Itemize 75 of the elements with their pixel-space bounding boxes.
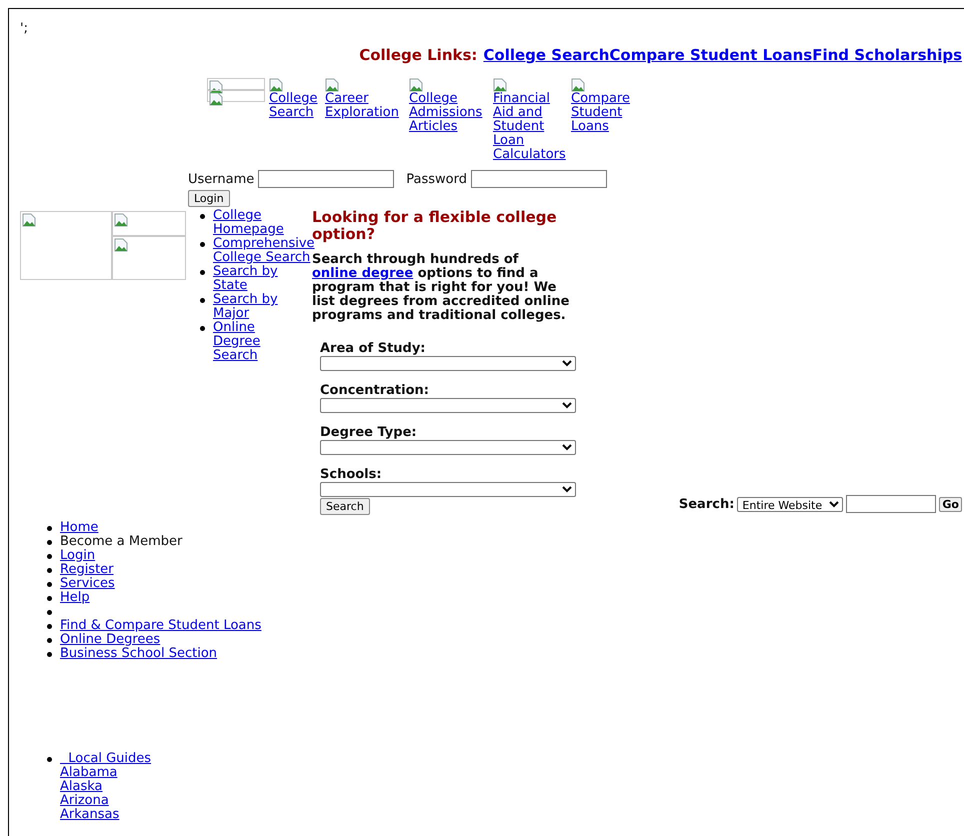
dropdown-field[interactable] [320,482,576,497]
state-link[interactable]: Arizona [60,794,962,808]
side-link[interactable]: Search by State [213,265,304,293]
bullet-icon [47,652,52,657]
nav-link[interactable]: College Search [269,92,321,120]
nav-link[interactable]: College Admissions Articles [409,92,489,134]
side-link[interactable]: Online Degree Search [213,321,304,363]
college-link[interactable]: College Search [483,46,610,64]
broken-image-icon [269,78,283,92]
stray-text: '; [20,21,29,36]
bullet-icon [47,526,52,531]
broken-image-icon [114,238,128,252]
footer-link[interactable]: Online Degrees [60,633,160,647]
state-link[interactable]: Alaska [60,780,962,794]
bullet-icon [200,214,205,219]
bullet-icon [200,326,205,331]
field-label: Concentration: [320,383,430,398]
nav-link[interactable]: Financial Aid and Student Loan Calculators [493,92,567,162]
scope-dropdown[interactable]: Entire Website [737,496,844,512]
site-search-label: Search: [678,496,734,512]
broken-image-icon [571,78,585,92]
nav-link[interactable]: Career Exploration [325,92,405,120]
broken-image-icon [209,92,223,106]
bullet-icon [47,554,52,559]
field-label: Schools: [320,467,383,482]
username-field[interactable] [258,170,394,188]
intro-paragraph: Search through hundreds of online degree options to find a program that is right for you! We list degrees from accredited online programs and traditional colleges. [312,253,570,323]
field-label: Area of Study: [320,341,427,356]
online-degree-link[interactable]: online degree [312,266,414,281]
broken-image-icon [22,213,36,227]
broken-image-icon [209,80,223,94]
footer-link[interactable]: Home [60,521,98,535]
bullet-icon [47,540,52,545]
footer-text: Become a Member [60,535,182,549]
college-link[interactable]: Compare Student Loans [609,46,812,64]
bullet-icon [47,624,52,629]
section-heading: Looking for a flexible college option? [312,209,558,243]
bullet-icon [200,298,205,303]
side-link[interactable]: Search by Major [213,293,304,321]
dropdown-field[interactable] [320,356,576,371]
broken-image-icon [325,78,339,92]
site-search-field[interactable] [846,495,936,513]
college-link[interactable]: Find Scholarships [812,46,962,64]
nav-link[interactable]: Compare Student Loans [571,92,633,134]
bullet-icon [47,757,52,762]
bullet-icon [200,242,205,247]
side-link[interactable]: College Homepage [213,209,304,237]
local-guides-link[interactable]: Local Guides [60,752,152,766]
bullet-icon [47,638,52,643]
state-link[interactable]: Alabama [60,766,962,780]
footer-link[interactable]: Register [60,563,114,577]
state-link[interactable]: Arkansas [60,808,962,822]
footer-link[interactable]: Services [60,577,115,591]
footer-link[interactable]: Find & Compare Student Loans [60,619,262,633]
dropdown-field[interactable] [320,398,576,413]
broken-image-icon [409,78,423,92]
field-label: Degree Type: [320,425,418,440]
footer-link[interactable]: Business School Section [60,647,218,661]
bullet-icon [47,610,52,615]
go-button[interactable]: Go [939,496,962,512]
footer-link[interactable]: Login [60,549,96,563]
password-field[interactable] [471,170,608,188]
search-button[interactable]: Search [320,498,370,515]
college-links-label: College Links: [359,46,478,64]
username-label: Username [188,172,254,186]
bullet-icon [200,270,205,275]
password-label: Password [406,172,468,186]
dropdown-field[interactable] [320,440,576,455]
bullet-icon [47,582,52,587]
bullet-icon [47,568,52,573]
bullet-icon [47,596,52,601]
login-button[interactable]: Login [188,190,230,207]
broken-image-icon [493,78,507,92]
broken-image-icon [114,213,128,227]
footer-link[interactable]: Help [60,591,90,605]
